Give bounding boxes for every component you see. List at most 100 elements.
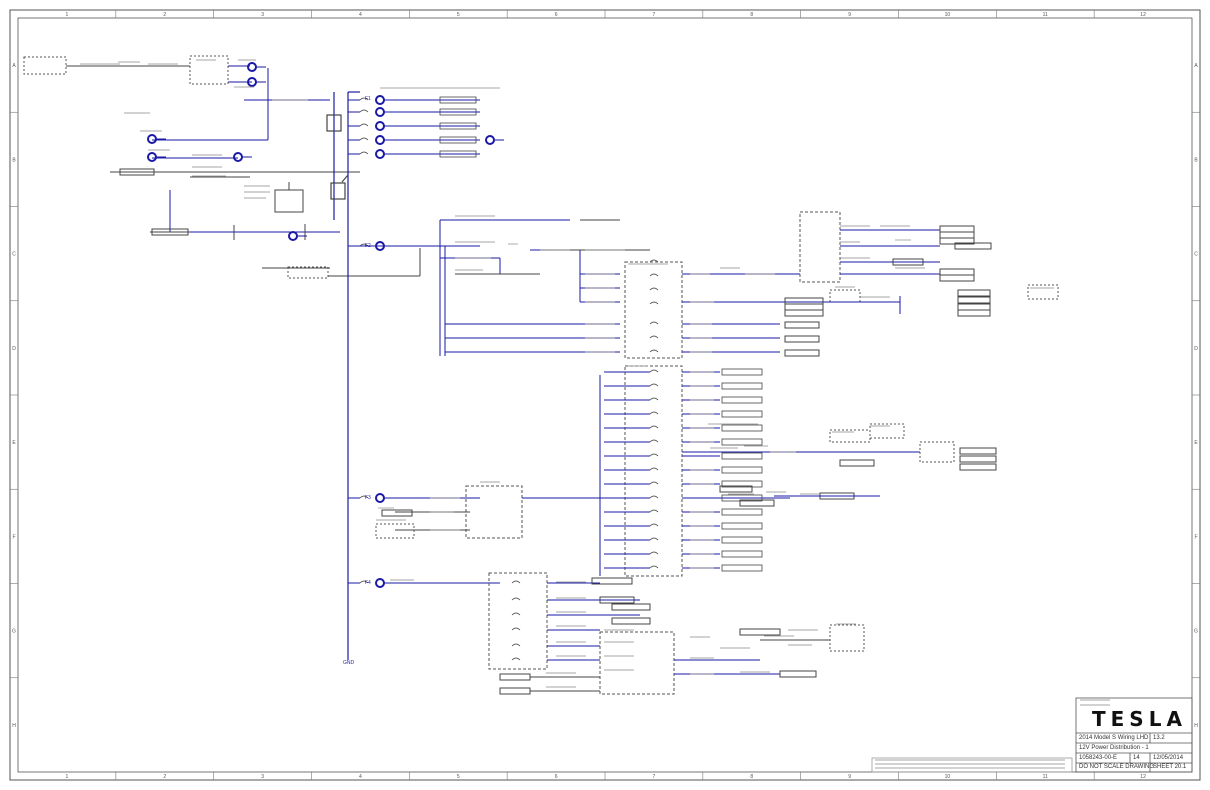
column-label: 4 [359, 12, 362, 18]
column-label: 2 [163, 12, 166, 18]
fuse-icon [511, 657, 521, 661]
column-label: 1 [66, 12, 69, 18]
row-label: G [1194, 629, 1198, 635]
fuse-icon [359, 151, 369, 155]
column-label: 6 [555, 774, 558, 780]
column-label: 5 [457, 12, 460, 18]
branch-tag: F4 [365, 580, 371, 586]
harness-label-box [721, 466, 763, 474]
fuse-icon [511, 597, 521, 601]
harness-label-box [721, 550, 763, 558]
drawing-number: 1058243-00-E [1079, 755, 1118, 761]
zone-ticks [10, 10, 1200, 780]
row-label: B [12, 157, 16, 163]
row-label: F [12, 534, 15, 540]
fuse-icon [649, 439, 659, 443]
column-label: 8 [750, 12, 753, 18]
fuse-icon [649, 349, 659, 353]
row-label: H [12, 723, 16, 729]
column-label: 12 [1140, 12, 1146, 18]
row-label: D [12, 346, 16, 352]
row-label: F [1194, 534, 1197, 540]
upper-fuse-rows [348, 96, 480, 584]
row-label: C [12, 252, 16, 258]
row-label: A [12, 63, 16, 69]
branch-tag: F1 [365, 96, 371, 102]
column-label: 9 [848, 12, 851, 18]
column-label: 11 [1043, 12, 1048, 18]
column-label: 10 [945, 12, 951, 18]
fuse-icon [649, 411, 659, 415]
column-label: 12 [1140, 774, 1146, 780]
harness-label-box [721, 410, 763, 418]
fuse-icon [649, 321, 659, 325]
row-label: D [1194, 346, 1198, 352]
harness-label-box [721, 424, 763, 432]
row-label: E [1194, 440, 1198, 446]
row-label: E [12, 440, 16, 446]
connector-icon [375, 135, 385, 145]
connector-icon [147, 152, 157, 162]
column-label: 5 [457, 774, 460, 780]
row-label: C [1194, 252, 1198, 258]
harness-label-box [721, 536, 763, 544]
project-name: 2014 Model S Wiring LHD [1079, 735, 1149, 741]
scale-note: DO NOT SCALE DRAWING [1079, 764, 1155, 770]
connector-icon [147, 134, 157, 144]
connector-icon [375, 578, 385, 588]
small-labels [80, 59, 1110, 769]
fuse-icon [511, 612, 521, 616]
column-label: 1 [66, 774, 69, 780]
column-label: 3 [261, 774, 264, 780]
sheet-label: SHEET 20.1 [1153, 764, 1187, 770]
lower-distribution [375, 365, 997, 577]
fuse-icon [649, 453, 659, 457]
outer-frame [9, 9, 1201, 781]
bottom-distribution [395, 572, 865, 695]
fuse-icon [649, 369, 659, 373]
zone-labels: 112233445566778899101011111212A AB BC CD DE E… [12, 12, 1198, 780]
row-label: A [1194, 63, 1198, 69]
column-label: 7 [653, 12, 656, 18]
harness-label-box [721, 452, 763, 460]
fuse-icon [359, 123, 369, 127]
fuse-icon [649, 509, 659, 513]
fuse-icon [649, 467, 659, 471]
harness-label-box [721, 522, 763, 530]
row-label: H [1194, 723, 1198, 729]
sheet-number: 14 [1133, 755, 1140, 761]
column-label: 4 [359, 774, 362, 780]
inner-frame [17, 17, 1193, 773]
connector-icon [375, 107, 385, 117]
harness-label-box [721, 438, 763, 446]
fuse-icon [649, 481, 659, 485]
bus-end-label: GND [343, 660, 355, 666]
right-upper-circuit [780, 211, 1059, 357]
fuse-icon [649, 397, 659, 401]
fuse-icon [649, 383, 659, 387]
fuse-icon [359, 137, 369, 141]
harness-label-box [721, 508, 763, 516]
connector-icon [375, 95, 385, 105]
fuse-icon [359, 109, 369, 113]
column-label: 2 [163, 774, 166, 780]
fuse-icon [649, 523, 659, 527]
tesla-logo: TESLA [1092, 707, 1187, 731]
column-label: 6 [555, 12, 558, 18]
connector-icon [247, 62, 257, 72]
fuse-icon [511, 627, 521, 631]
connector-icon [375, 493, 385, 503]
fuse-icon [649, 301, 659, 305]
main-power-bus [326, 91, 360, 660]
fuse-icon [649, 565, 659, 569]
fuse-icon [511, 643, 521, 647]
connector-icon [288, 231, 298, 241]
fuse-icon [649, 551, 659, 555]
middle-distribution [348, 219, 800, 359]
fuse-icon [649, 495, 659, 499]
harness-label-box [721, 368, 763, 376]
branch-tag: F3 [365, 495, 371, 501]
column-label: 10 [945, 774, 951, 780]
connector-symbols [147, 62, 504, 588]
column-label: 8 [750, 774, 753, 780]
